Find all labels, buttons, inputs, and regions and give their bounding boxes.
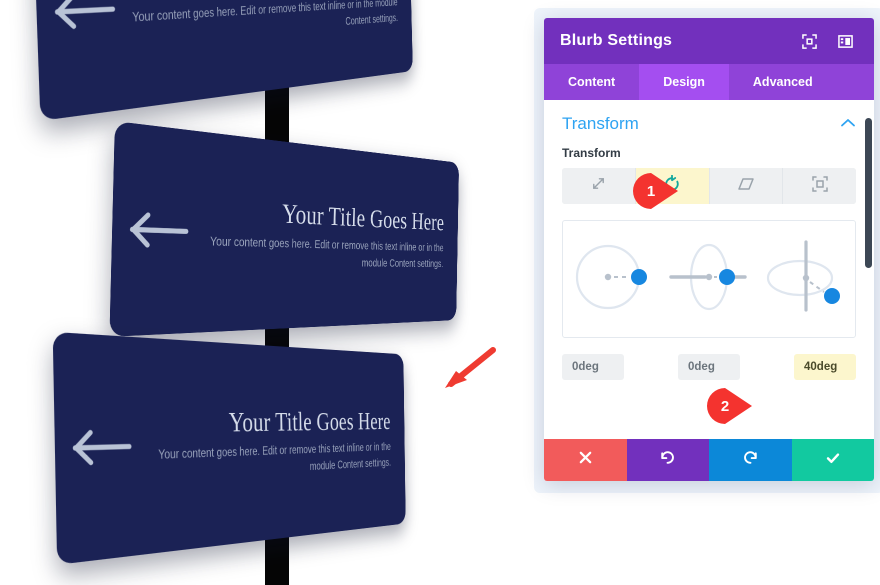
tab-advanced[interactable]: Advanced (729, 64, 837, 100)
screenshot-root: Your Title Goes Here Your content goes h… (0, 0, 880, 585)
arrow-left-icon (49, 0, 122, 33)
panel-scrollbar[interactable] (865, 118, 872, 268)
annotation-marker-1: 1 (632, 172, 680, 210)
blurb-body: Your content goes here. Edit or remove t… (132, 0, 399, 28)
blurb-text-1: Your Title Goes Here Your content goes h… (120, 0, 400, 49)
transform-skew-tab[interactable] (709, 168, 784, 204)
blurb-module-3[interactable]: Your Title Goes Here Your content goes h… (52, 331, 406, 565)
annotation-marker-2: 2 (706, 387, 754, 425)
tab-design[interactable]: Design (639, 64, 729, 100)
transform-origin-icon (811, 175, 829, 198)
page-preview-canvas: Your Title Goes Here Your content goes h… (0, 0, 545, 585)
undo-arrow-icon (659, 449, 676, 471)
transform-type-tabs (562, 168, 856, 204)
blurb-module-1[interactable]: Your Title Goes Here Your content goes h… (32, 0, 413, 121)
rotation-inputs (562, 354, 856, 380)
rotate-z-control[interactable] (762, 234, 850, 325)
diagonal-arrow-icon (590, 175, 607, 197)
panel-tabs: Content Design Advanced (544, 64, 874, 100)
rotate-z-input[interactable] (794, 354, 856, 380)
marker-label: 1 (646, 182, 656, 200)
blurb-text-3: Your Title Goes Here Your content goes h… (137, 406, 393, 487)
section-title: Transform (562, 114, 639, 133)
blurb-text-2: Your Title Goes Here Your content goes h… (194, 191, 447, 272)
checkmark-icon (825, 450, 841, 471)
arrow-left-icon (67, 427, 138, 468)
blurb-module-2[interactable]: Your Title Goes Here Your content goes h… (109, 121, 460, 337)
panel-title: Blurb Settings (560, 32, 673, 49)
transform-origin-tab[interactable] (783, 168, 856, 204)
transform-field-label: Transform (562, 146, 621, 160)
rotate-x-input[interactable] (562, 354, 624, 380)
rotate-y-input[interactable] (678, 354, 740, 380)
blurb-title: Your Title Goes Here (228, 406, 391, 438)
panel-footer (544, 439, 874, 481)
blurb-title: Your Title Goes Here (281, 197, 445, 236)
transform-section-header[interactable]: Transform (544, 100, 874, 144)
layout-panel-icon[interactable] (832, 28, 858, 54)
redo-button[interactable] (709, 439, 792, 481)
marker-label: 2 (720, 397, 730, 415)
rotate-y-control[interactable] (665, 234, 753, 325)
save-button[interactable] (791, 439, 874, 481)
rotation-preview (562, 220, 856, 338)
expand-focus-icon[interactable] (796, 28, 822, 54)
redo-arrow-icon (742, 449, 759, 471)
transform-move-tab[interactable] (562, 168, 636, 204)
skew-parallelogram-icon (737, 176, 755, 197)
cancel-button[interactable] (544, 439, 627, 481)
panel-header: Blurb Settings (544, 18, 874, 64)
close-x-icon (578, 450, 593, 470)
annotation-arrow-icon (437, 344, 499, 397)
blurb-body: Your content goes here. Edit or remove t… (209, 235, 444, 270)
blurb-body: Your content goes here. Edit or remove t… (158, 441, 392, 473)
arrow-left-icon (124, 209, 195, 250)
chevron-up-icon[interactable] (840, 115, 856, 133)
rotate-x-control[interactable] (568, 234, 656, 325)
undo-button[interactable] (626, 439, 709, 481)
tab-content[interactable]: Content (544, 64, 639, 100)
